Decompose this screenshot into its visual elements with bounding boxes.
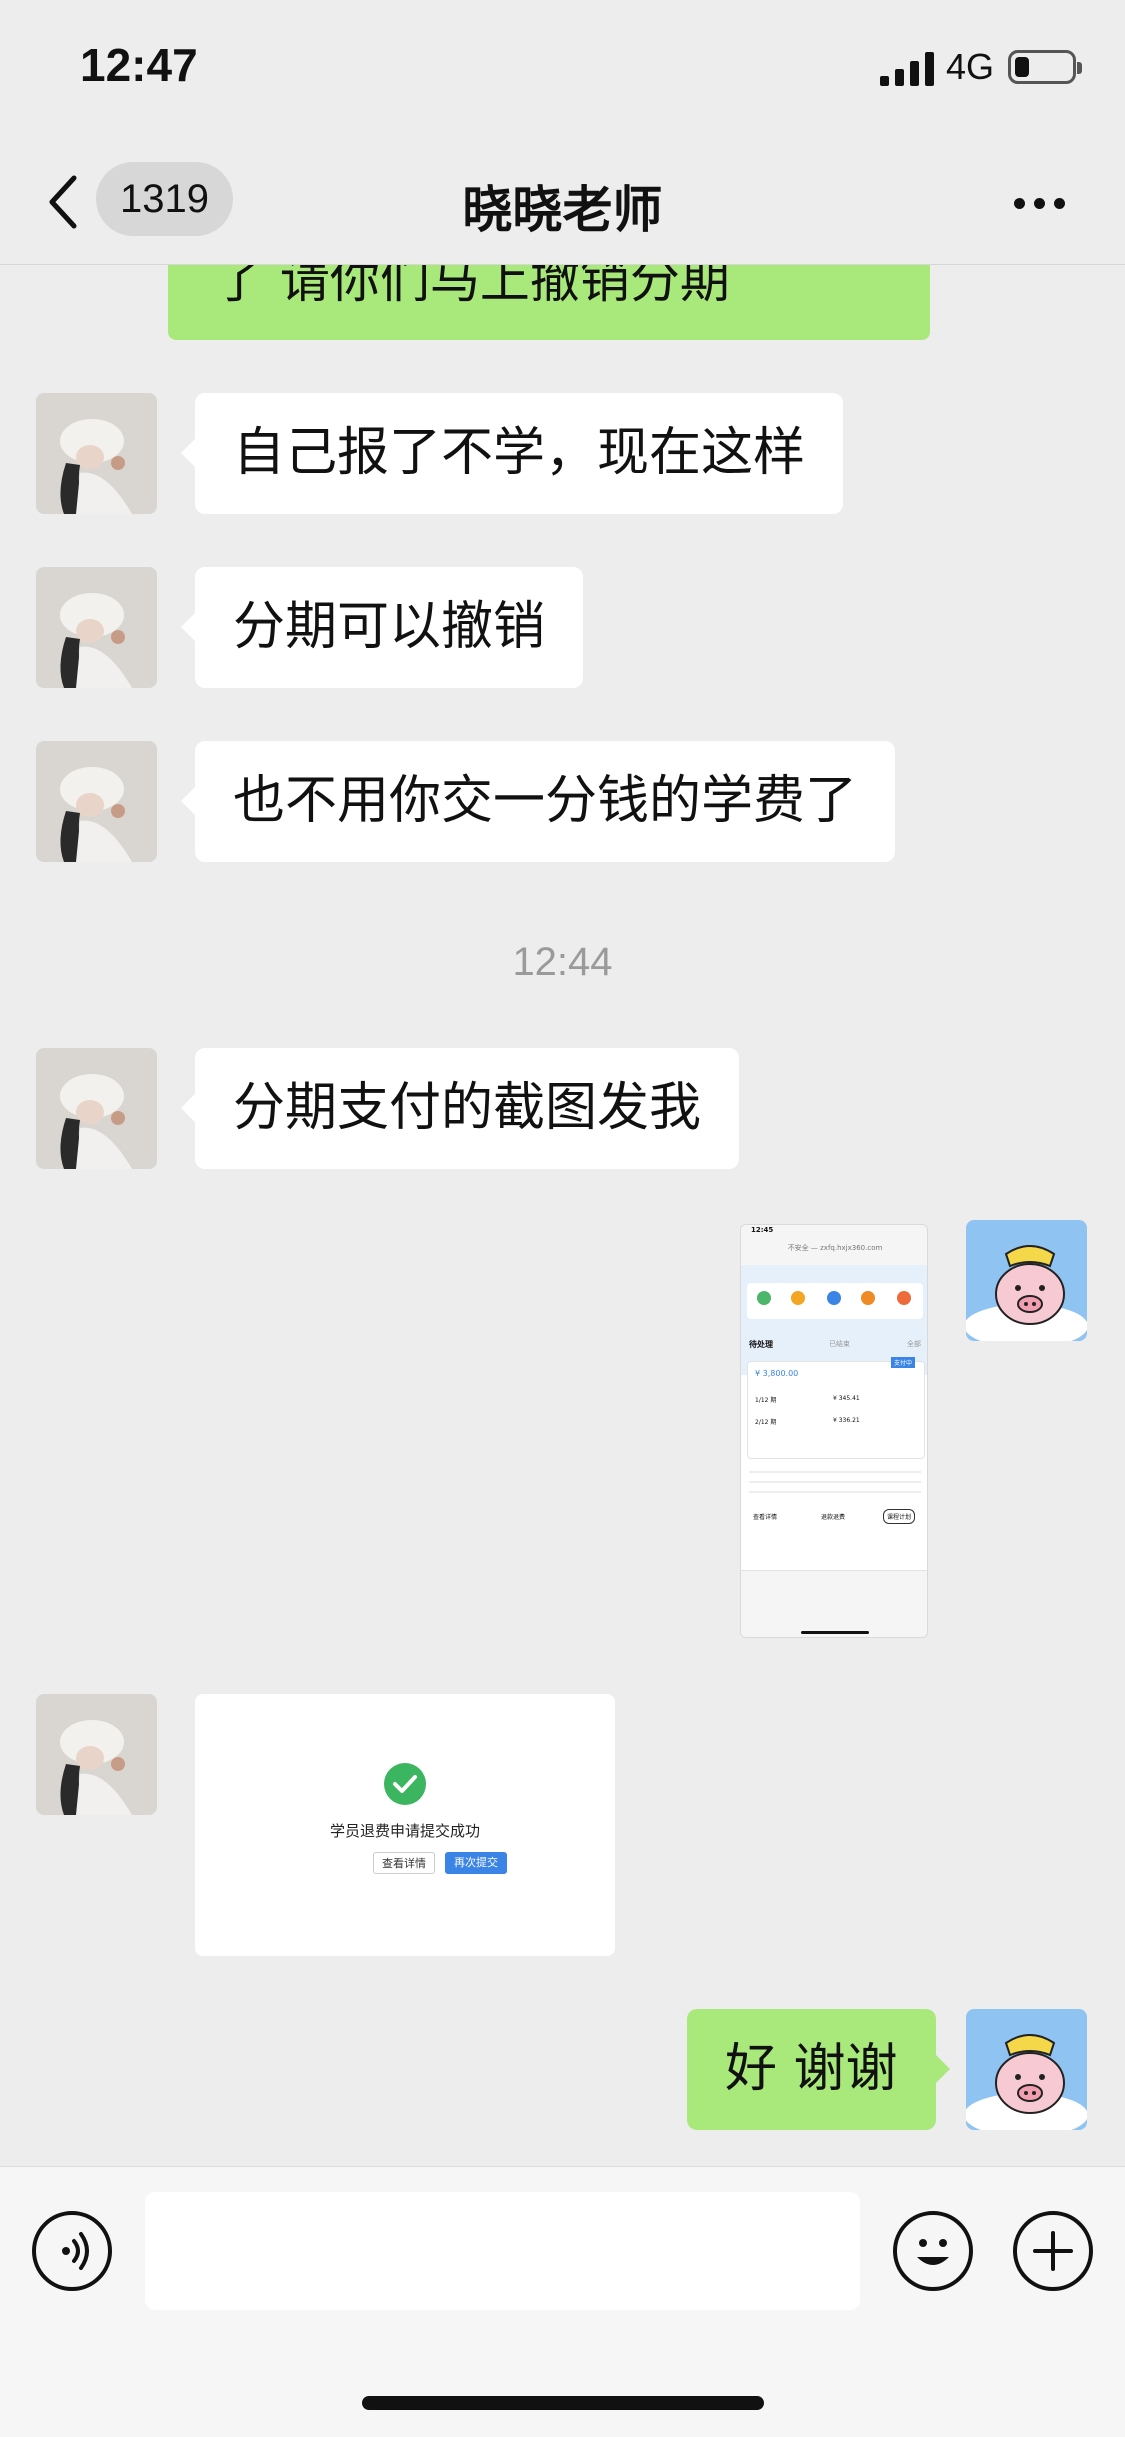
card-title: 学员退费申请提交成功 xyxy=(329,1822,480,1840)
thumb-tab-pending: 待处理 xyxy=(749,1340,773,1349)
signal-icon xyxy=(880,52,934,86)
home-indicator[interactable] xyxy=(362,2396,764,2410)
thumb-status-tag: 支付中 xyxy=(891,1357,916,1368)
message-text: 分期支付的截图发我 xyxy=(233,1078,702,1138)
avatar-image xyxy=(36,567,157,688)
my-avatar[interactable] xyxy=(966,2009,1087,2130)
my-avatar[interactable] xyxy=(966,1220,1087,1341)
thumb-tab-done: 已结束 xyxy=(829,1340,850,1348)
message-input[interactable] xyxy=(145,2192,860,2310)
contact-avatar[interactable] xyxy=(36,567,157,688)
contact-avatar[interactable] xyxy=(36,393,157,514)
message-bubble-received[interactable]: 自己报了不学，现在这样 xyxy=(180,393,844,514)
thumb-amount: ¥ 3,800.00 xyxy=(755,1369,799,1378)
thumb-tab-all: 全部 xyxy=(907,1340,921,1348)
contact-avatar[interactable] xyxy=(36,1694,157,1815)
battery-icon xyxy=(1008,50,1082,84)
message-bubble-sent[interactable]: 了 请你们马上撤销分期 xyxy=(168,264,930,340)
contact-avatar[interactable] xyxy=(36,741,157,862)
thumb-time: 12:45 xyxy=(751,1226,774,1234)
thumb-row1-amount: ¥ 345.41 xyxy=(833,1395,860,1402)
message-timestamp: 12:44 xyxy=(512,940,613,984)
thumb-row2-period: 2/12 期 xyxy=(755,1419,777,1426)
message-bubble-received[interactable]: 分期可以撤销 xyxy=(180,567,584,688)
message-bubble-sent[interactable]: 好 谢谢 xyxy=(687,2009,950,2130)
pig-avatar-image xyxy=(966,1220,1087,1341)
thumb-url: 不安全 — zxfq.hxjx360.com xyxy=(787,1244,883,1252)
plus-icon[interactable] xyxy=(1013,2211,1093,2291)
message-text: 好 谢谢 xyxy=(725,2039,898,2099)
message-bubble-received[interactable]: 也不用你交一分钱的学费了 xyxy=(180,741,896,862)
view-details-button: 查看详情 xyxy=(373,1852,435,1874)
thumb-row2-amount: ¥ 336.21 xyxy=(833,1417,860,1424)
thumb-toolbar xyxy=(741,1570,927,1637)
avatar-image xyxy=(36,393,157,514)
status-bar: 12:47 4G xyxy=(0,0,1125,140)
page-title: 晓晓老师 xyxy=(462,181,663,239)
message-text: 自己报了不学，现在这样 xyxy=(233,423,806,483)
thumb-icon-row xyxy=(747,1283,923,1319)
chat-area[interactable]: 了 请你们马上撤销分期 自己报了不学，现在这样 分期可以撤销 也不用你交一分钱的… xyxy=(0,264,1125,2166)
message-text: 也不用你交一分钱的学费了 xyxy=(233,771,858,831)
thumb-btn-plan: 课程计划 xyxy=(883,1509,916,1524)
status-time: 12:47 xyxy=(80,39,198,91)
nav-bar: 1319 晓晓老师 xyxy=(0,140,1125,265)
sent-screenshot-image[interactable]: 12:45 不安全 — zxfq.hxjx360.com 待处理 已结束 全部 … xyxy=(740,1224,928,1638)
thumb-btn-view: 查看详情 xyxy=(753,1514,778,1521)
avatar-image xyxy=(36,1694,157,1815)
thumb-row1-period: 1/12 期 xyxy=(755,1397,777,1404)
avatar-image xyxy=(36,1048,157,1169)
resubmit-button: 再次提交 xyxy=(445,1852,507,1874)
check-circle-icon xyxy=(384,1763,426,1805)
message-text: 了 请你们马上撤销分期 xyxy=(214,264,730,309)
more-dots-icon[interactable] xyxy=(1010,192,1070,212)
contact-avatar[interactable] xyxy=(36,1048,157,1169)
voice-icon[interactable] xyxy=(32,2211,112,2291)
message-text: 分期可以撤销 xyxy=(233,597,546,657)
emoji-icon[interactable] xyxy=(893,2211,973,2291)
pig-avatar-image xyxy=(966,2009,1087,2130)
avatar-image xyxy=(36,741,157,862)
network-type: 4G xyxy=(946,46,995,87)
message-bubble-received[interactable]: 分期支付的截图发我 xyxy=(180,1048,740,1169)
received-image-card[interactable]: 学员退费申请提交成功 查看详情 再次提交 xyxy=(195,1694,615,1956)
thumb-btn-refund: 退款退费 xyxy=(821,1514,846,1521)
